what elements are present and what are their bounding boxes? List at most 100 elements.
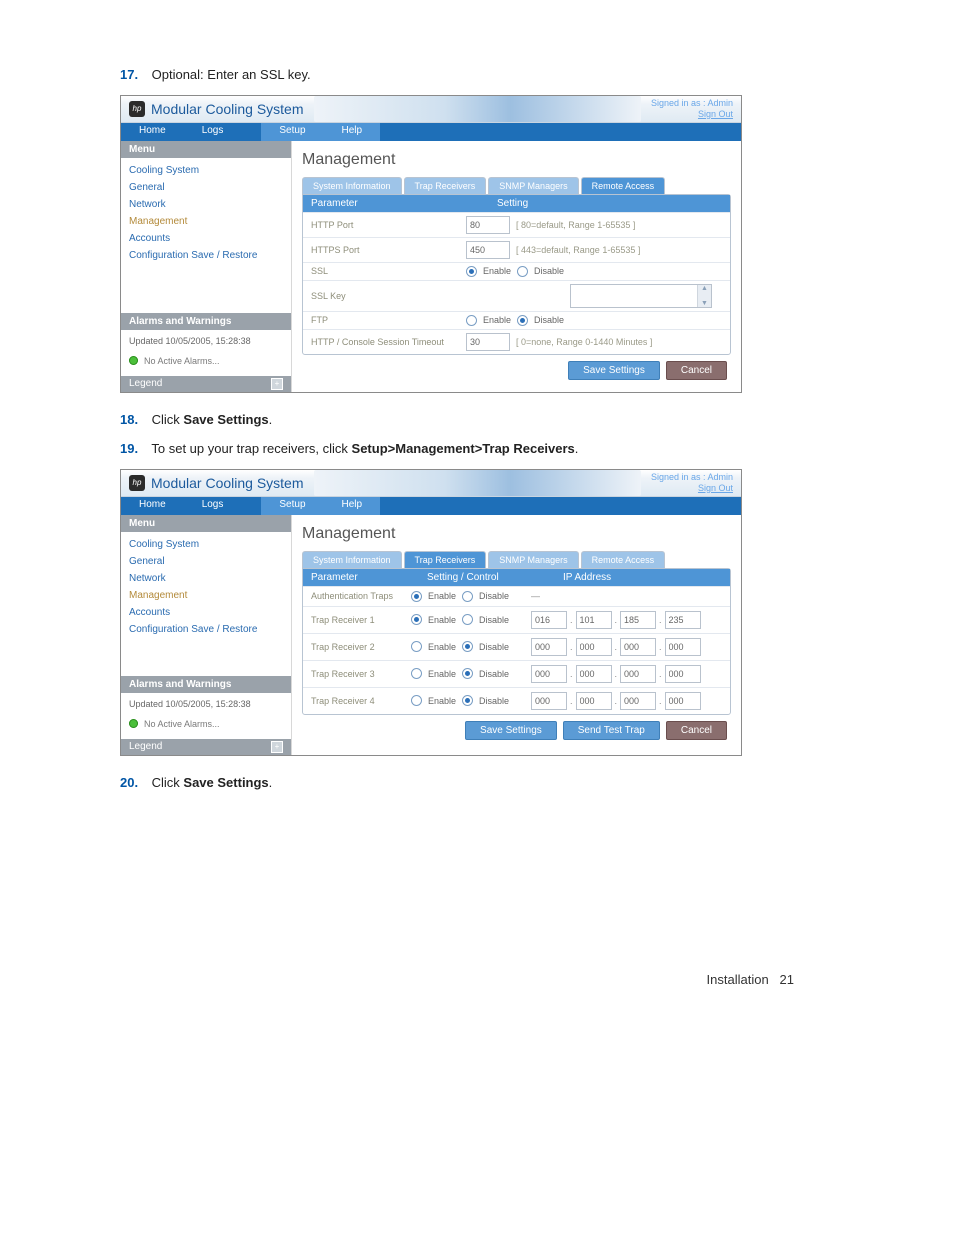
main-panel: Management System Information Trap Recei… xyxy=(292,141,741,392)
menu-network[interactable]: Network xyxy=(129,196,283,213)
disable-label: Disable xyxy=(479,615,509,625)
menu-network[interactable]: Network xyxy=(129,570,283,587)
ip-octet[interactable] xyxy=(665,665,701,683)
radio-disable[interactable] xyxy=(462,614,473,625)
nav-setup[interactable]: Setup xyxy=(261,123,323,141)
sidebar: Menu Cooling System General Network Mana… xyxy=(121,141,292,392)
table-header: Parameter Setting xyxy=(303,195,730,212)
radio-ftp-disable[interactable] xyxy=(517,315,528,326)
radio-ftp-enable[interactable] xyxy=(466,315,477,326)
nav-home[interactable]: Home xyxy=(121,497,184,515)
radio-disable[interactable] xyxy=(462,695,473,706)
nav-home[interactable]: Home xyxy=(121,123,184,141)
tab-trap[interactable]: Trap Receivers xyxy=(404,177,487,194)
header-banner xyxy=(314,470,641,496)
ip-octet[interactable] xyxy=(576,611,612,629)
ip-octet[interactable] xyxy=(531,665,567,683)
ip-octet[interactable] xyxy=(576,638,612,656)
ip-octet[interactable] xyxy=(620,638,656,656)
trap-label: Trap Receiver 3 xyxy=(311,669,411,679)
screenshot-trap-receivers: hp Modular Cooling System Signed in as :… xyxy=(120,469,742,756)
nav-setup[interactable]: Setup xyxy=(261,497,323,515)
nav-logs[interactable]: Logs xyxy=(184,497,242,515)
label-https-port: HTTPS Port xyxy=(311,245,466,255)
menu-general[interactable]: General xyxy=(129,553,283,570)
ip-octet[interactable] xyxy=(576,665,612,683)
remote-access-panel: Parameter Setting HTTP Port [ 80=default… xyxy=(302,194,731,355)
radio-enable[interactable] xyxy=(411,695,422,706)
radio-disable[interactable] xyxy=(462,668,473,679)
trap-label: Trap Receiver 2 xyxy=(311,642,411,652)
enable-label: Enable xyxy=(428,696,456,706)
tab-sysinfo[interactable]: System Information xyxy=(302,551,402,568)
ip-octet[interactable] xyxy=(531,692,567,710)
ip-dot: . xyxy=(570,642,573,652)
tab-remote[interactable]: Remote Access xyxy=(581,551,666,568)
input-http-port[interactable] xyxy=(466,216,510,234)
trap-panel: Parameter Setting / Control IP Address A… xyxy=(302,568,731,715)
sign-out-link[interactable]: Sign Out xyxy=(651,483,733,494)
ip-octet[interactable] xyxy=(620,665,656,683)
menu-management[interactable]: Management xyxy=(129,587,283,604)
ip-dot: . xyxy=(570,615,573,625)
menu-management[interactable]: Management xyxy=(129,213,283,230)
input-timeout[interactable] xyxy=(466,333,510,351)
tab-sysinfo[interactable]: System Information xyxy=(302,177,402,194)
alarms-heading: Alarms and Warnings xyxy=(121,313,291,330)
ip-octet[interactable] xyxy=(531,611,567,629)
tab-trap[interactable]: Trap Receivers xyxy=(404,551,487,568)
radio-ssl-disable[interactable] xyxy=(517,266,528,277)
radio-enable[interactable] xyxy=(411,591,422,602)
nav-logs[interactable]: Logs xyxy=(184,123,242,141)
send-test-trap-button[interactable]: Send Test Trap xyxy=(563,721,660,740)
tab-remote[interactable]: Remote Access xyxy=(581,177,666,194)
menu-accounts[interactable]: Accounts xyxy=(129,604,283,621)
sign-out-link[interactable]: Sign Out xyxy=(651,109,733,120)
scrollbar[interactable]: ▲▼ xyxy=(697,285,711,307)
step-number: 17. xyxy=(120,66,148,85)
tab-snmp[interactable]: SNMP Managers xyxy=(488,177,578,194)
nav-help[interactable]: Help xyxy=(324,123,381,141)
radio-disable[interactable] xyxy=(462,641,473,652)
screenshot-remote-access: hp Modular Cooling System Signed in as :… xyxy=(120,95,742,393)
tab-snmp[interactable]: SNMP Managers xyxy=(488,551,578,568)
label-http-port: HTTP Port xyxy=(311,220,466,230)
menu-cooling[interactable]: Cooling System xyxy=(129,162,283,179)
expand-icon[interactable]: + xyxy=(271,741,283,753)
ip-octet[interactable] xyxy=(665,692,701,710)
radio-enable[interactable] xyxy=(411,641,422,652)
step-number: 19. xyxy=(120,440,148,459)
trap-row: Trap Receiver 4EnableDisable... xyxy=(303,687,730,714)
ip-octet[interactable] xyxy=(665,638,701,656)
textarea-ssl-key[interactable]: ▲▼ xyxy=(570,284,712,308)
col-setting: Setting xyxy=(489,195,730,212)
save-settings-button[interactable]: Save Settings xyxy=(568,361,660,380)
ip-octet[interactable] xyxy=(576,692,612,710)
enable-label: Enable xyxy=(428,615,456,625)
ip-octet[interactable] xyxy=(531,638,567,656)
step-pre: To set up your trap receivers, click xyxy=(151,441,351,456)
ip-octet[interactable] xyxy=(665,611,701,629)
menu-accounts[interactable]: Accounts xyxy=(129,230,283,247)
radio-disable[interactable] xyxy=(462,591,473,602)
cancel-button[interactable]: Cancel xyxy=(666,361,727,380)
expand-icon[interactable]: + xyxy=(271,378,283,390)
radio-ssl-enable[interactable] xyxy=(466,266,477,277)
nav-help[interactable]: Help xyxy=(324,497,381,515)
menu-config[interactable]: Configuration Save / Restore xyxy=(129,247,283,264)
legend-label: Legend xyxy=(129,378,162,390)
step-post: . xyxy=(269,775,273,790)
enable-label: Enable xyxy=(428,642,456,652)
menu-general[interactable]: General xyxy=(129,179,283,196)
radio-enable[interactable] xyxy=(411,668,422,679)
ip-octet[interactable] xyxy=(620,692,656,710)
menu-heading: Menu xyxy=(121,515,291,532)
cancel-button[interactable]: Cancel xyxy=(666,721,727,740)
save-settings-button[interactable]: Save Settings xyxy=(465,721,557,740)
input-https-port[interactable] xyxy=(466,241,510,259)
menu-cooling[interactable]: Cooling System xyxy=(129,536,283,553)
ip-dot: . xyxy=(615,669,618,679)
ip-octet[interactable] xyxy=(620,611,656,629)
menu-config[interactable]: Configuration Save / Restore xyxy=(129,621,283,638)
radio-enable[interactable] xyxy=(411,614,422,625)
